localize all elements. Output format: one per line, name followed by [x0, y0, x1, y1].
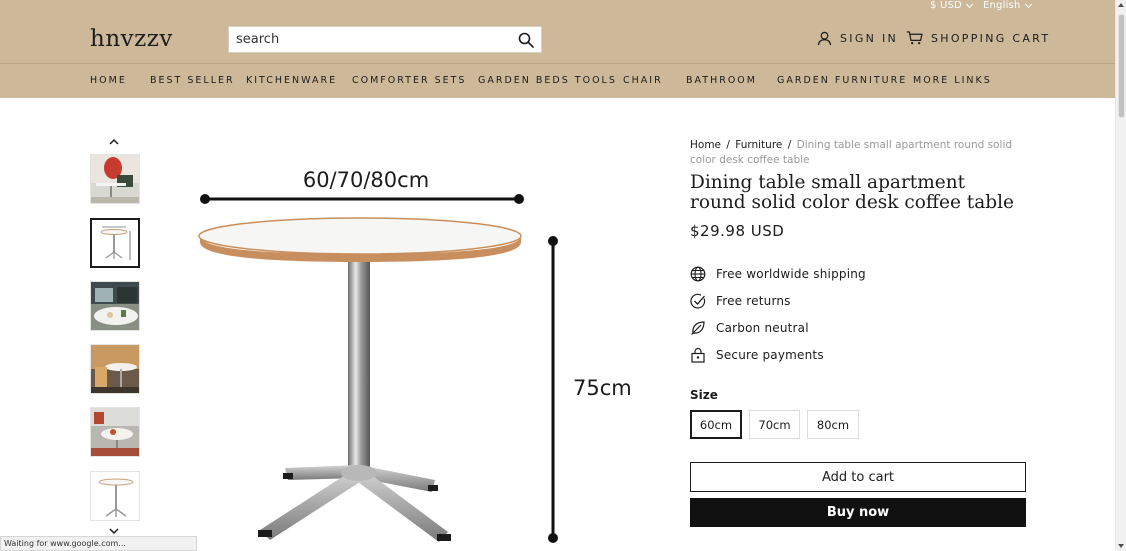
- product-main-image[interactable]: 60/70/80cm 75cm: [160, 130, 650, 551]
- chevron-down-icon: [965, 0, 973, 8]
- site-header: $ USD English hnvzzv SIGN IN: [0, 0, 1115, 98]
- breadcrumb-furniture[interactable]: Furniture: [735, 139, 782, 151]
- feature-label: Free returns: [716, 294, 791, 308]
- shopping-cart-link[interactable]: SHOPPING CART: [906, 31, 1050, 45]
- thumbnail-image: [91, 345, 139, 393]
- nav-item-garden-beds-tools[interactable]: GARDEN BEDS TOOLS: [478, 75, 617, 86]
- scroll-up-arrow[interactable]: [1118, 3, 1124, 7]
- search-icon[interactable]: [518, 32, 534, 48]
- search-bar: [228, 26, 542, 53]
- leaf-icon: [691, 321, 705, 335]
- nav-item-comforter-sets[interactable]: COMFORTER SETS: [352, 75, 466, 86]
- gallery-thumbnail[interactable]: [90, 407, 140, 457]
- thumbnail-image: [91, 155, 139, 203]
- chevron-down-icon: [1024, 0, 1032, 8]
- nav-item-bathroom[interactable]: BATHROOM: [686, 75, 757, 86]
- product-title: Dining table small apartment round solid…: [690, 172, 1014, 213]
- lock-icon: [691, 347, 705, 363]
- main-nav: HOME BEST SELLER KITCHENWARE COMFORTER S…: [0, 64, 1115, 98]
- size-option-80cm[interactable]: 80cm: [807, 410, 859, 439]
- sign-in-label: SIGN IN: [840, 32, 899, 45]
- feature-item: Free returns: [690, 292, 950, 310]
- gallery-thumbnail[interactable]: [90, 344, 140, 394]
- gallery-thumbnail[interactable]: [90, 281, 140, 331]
- thumbnail-next-arrow[interactable]: [108, 526, 120, 536]
- breadcrumb-home[interactable]: Home: [690, 139, 721, 151]
- breadcrumb: Home / Furniture / Dining table small ap…: [690, 139, 1013, 166]
- size-label: Size: [690, 388, 718, 402]
- check-circle-icon: [690, 293, 706, 309]
- scroll-thumb[interactable]: [1118, 14, 1125, 118]
- language-selector[interactable]: English: [983, 0, 1032, 11]
- nav-item-garden-furniture[interactable]: GARDEN FURNITURE: [777, 75, 907, 86]
- nav-item-more-links[interactable]: MORE LINKS: [913, 75, 992, 86]
- thumbnail-image: [91, 282, 139, 330]
- nav-item-best-seller[interactable]: BEST SELLER: [150, 75, 235, 86]
- browser-status-bar: Waiting for www.google.com...: [0, 536, 197, 551]
- nav-item-home[interactable]: HOME: [90, 75, 127, 86]
- gallery-thumbnail-selected[interactable]: [90, 218, 140, 268]
- site-logo[interactable]: hnvzzv: [90, 26, 173, 52]
- feature-item: Free worldwide shipping: [690, 265, 950, 283]
- width-dimension-label: 60/70/80cm: [303, 168, 429, 192]
- cart-label: SHOPPING CART: [931, 31, 1051, 45]
- nav-item-chair[interactable]: CHAIR: [623, 75, 663, 86]
- feature-label: Carbon neutral: [716, 321, 809, 335]
- cart-icon: [906, 31, 923, 45]
- buy-now-button[interactable]: Buy now: [690, 498, 1026, 527]
- gallery-thumbnail[interactable]: [90, 154, 140, 204]
- page-scrollbar[interactable]: [1115, 0, 1126, 551]
- sign-in-link[interactable]: SIGN IN: [817, 31, 898, 46]
- size-option-60cm[interactable]: 60cm: [690, 410, 742, 439]
- product-price: $29.98 USD: [690, 222, 785, 240]
- height-dimension-label: 75cm: [573, 376, 632, 400]
- gallery-thumbnail[interactable]: [90, 471, 140, 521]
- globe-icon: [690, 266, 706, 282]
- add-to-cart-button[interactable]: Add to cart: [690, 462, 1026, 492]
- thumbnail-prev-arrow[interactable]: [108, 137, 120, 147]
- user-icon: [817, 31, 832, 46]
- search-input[interactable]: [229, 27, 509, 52]
- product-page: $ USD English hnvzzv SIGN IN: [0, 0, 1126, 551]
- currency-selector[interactable]: $ USD: [930, 0, 973, 11]
- thumbnail-image: [91, 408, 139, 456]
- nav-item-kitchenware[interactable]: KITCHENWARE: [246, 75, 337, 86]
- thumbnail-image: [92, 220, 138, 266]
- thumbnail-image: [91, 472, 139, 520]
- feature-label: Secure payments: [716, 348, 824, 362]
- scroll-down-arrow[interactable]: [1118, 544, 1124, 548]
- feature-label: Free worldwide shipping: [716, 267, 866, 281]
- feature-item: Carbon neutral: [690, 319, 950, 337]
- language-label: English: [983, 0, 1021, 11]
- feature-item: Secure payments: [690, 346, 950, 364]
- currency-label: $ USD: [930, 0, 962, 11]
- size-option-70cm[interactable]: 70cm: [749, 410, 800, 439]
